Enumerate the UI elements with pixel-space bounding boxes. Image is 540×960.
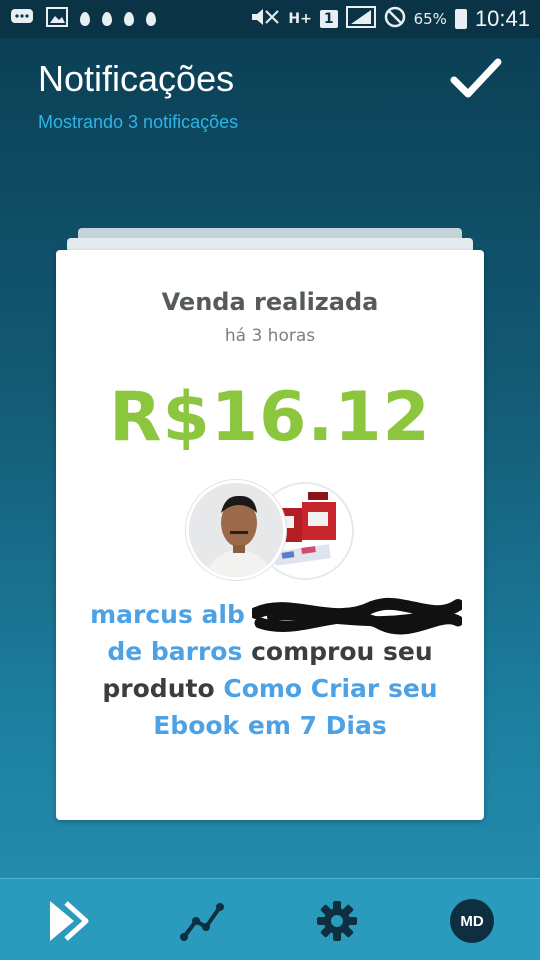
drop-icon <box>124 12 134 26</box>
nav-profile-avatar[interactable]: MD <box>450 899 494 943</box>
nav-stats[interactable] <box>178 897 226 945</box>
bottom-navigation: MD <box>0 878 540 960</box>
battery-percent: 65% <box>413 10 447 28</box>
redaction-scribble <box>252 597 462 635</box>
gear-icon <box>317 901 357 941</box>
confirm-button[interactable] <box>448 54 504 104</box>
chat-bubble-icon <box>10 7 34 31</box>
status-bar: H+ 1 65% 10:41 <box>0 0 540 38</box>
buyer-surname[interactable]: de barros <box>107 637 242 666</box>
buyer-name[interactable]: marcus alb <box>90 600 245 629</box>
network-type-label: H+ <box>288 11 312 27</box>
mute-icon <box>250 7 280 31</box>
status-bar-notifications <box>10 7 156 31</box>
drop-icon <box>146 12 156 26</box>
page-title: Notificações <box>38 58 235 99</box>
avatar-group <box>186 480 356 584</box>
drop-icon <box>102 12 112 26</box>
status-bar-system: H+ 1 65% 10:41 <box>250 6 530 32</box>
signal-icon <box>345 6 376 32</box>
nav-home[interactable] <box>44 897 92 945</box>
buyer-avatar <box>186 480 286 580</box>
notification-title: Venda realizada <box>161 288 379 316</box>
forward-icon <box>50 901 89 941</box>
notification-card[interactable]: Venda realizada há 3 horas R$16.12 marcu… <box>56 250 484 820</box>
do-not-disturb-icon <box>384 6 406 32</box>
header: Notificações Mostrando 3 notificações <box>38 54 504 144</box>
sim-icon: 1 <box>319 10 338 28</box>
trend-chart-icon <box>180 903 224 941</box>
profile-initials: MD <box>460 912 484 930</box>
nav-settings[interactable] <box>313 897 361 945</box>
image-icon <box>46 7 68 31</box>
clock: 10:41 <box>474 6 530 31</box>
sale-amount: R$16.12 <box>109 378 431 457</box>
notification-time: há 3 horas <box>224 326 316 346</box>
notification-count: Mostrando 3 notificações <box>38 112 239 132</box>
battery-icon <box>454 9 467 29</box>
drop-icon <box>80 12 90 26</box>
check-icon <box>450 58 502 98</box>
